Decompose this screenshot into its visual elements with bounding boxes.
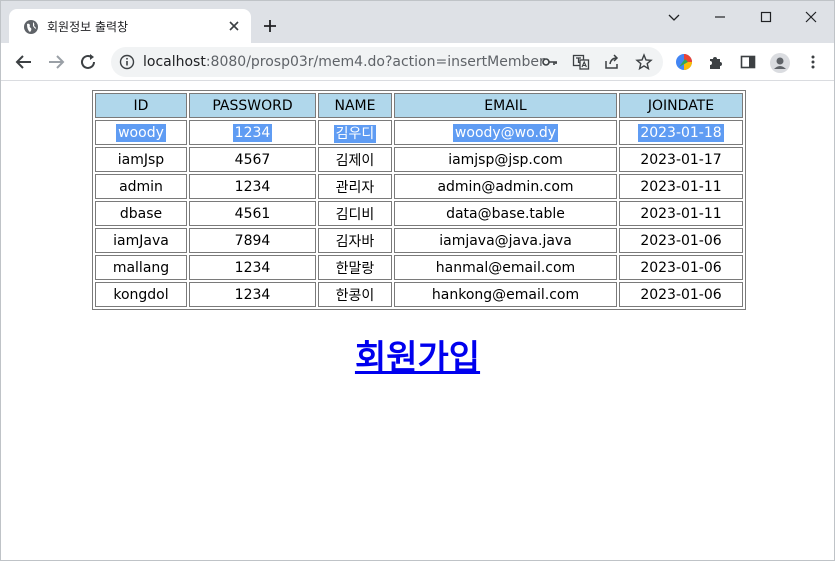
table-row: iamJsp 4567 김제이 iamjsp@jsp.com 2023-01-1…: [95, 147, 743, 172]
more-icon[interactable]: [804, 53, 822, 71]
cell-name: 김자바: [318, 228, 392, 253]
cell-name: 김우디: [318, 120, 392, 145]
cell-email: admin@admin.com: [394, 174, 617, 199]
cell-name: 한콩이: [318, 282, 392, 307]
tab-strip: 회원정보 출력창: [1, 1, 834, 43]
window-close-icon[interactable]: [796, 5, 826, 29]
page-content: ID PASSWORD NAME EMAIL JOINDATE woody 12…: [1, 82, 834, 560]
table-row: admin 1234 관리자 admin@admin.com 2023-01-1…: [95, 174, 743, 199]
header-joindate: JOINDATE: [619, 93, 743, 118]
cell-joindate: 2023-01-18: [619, 120, 743, 145]
browser-window: 회원정보 출력창 localhost:8080/prosp03r/mem4.do…: [0, 0, 835, 561]
info-icon[interactable]: [119, 54, 135, 70]
tab-title: 회원정보 출력창: [47, 20, 129, 34]
sidepanel-icon[interactable]: [739, 53, 757, 71]
cell-joindate: 2023-01-17: [619, 147, 743, 172]
table-row: dbase 4561 김디비 data@base.table 2023-01-1…: [95, 201, 743, 226]
cell-id: admin: [95, 174, 187, 199]
star-icon[interactable]: [635, 53, 653, 71]
forward-icon[interactable]: [44, 50, 68, 74]
cell-password: 1234: [189, 174, 316, 199]
url-host: localhost: [143, 54, 206, 70]
address-bar[interactable]: localhost:8080/prosp03r/mem4.do?action=i…: [111, 47, 663, 77]
selected-text: woody: [116, 123, 166, 142]
table-row: kongdol 1234 한콩이 hankong@email.com 2023-…: [95, 282, 743, 307]
globe-icon: [23, 19, 39, 35]
cell-password: 4567: [189, 147, 316, 172]
member-table: ID PASSWORD NAME EMAIL JOINDATE woody 12…: [92, 90, 746, 310]
translate-icon[interactable]: [572, 53, 590, 71]
selected-text: 2023-01-18: [638, 123, 724, 142]
cell-email: iamjava@java.java: [394, 228, 617, 253]
selected-text: woody@wo.dy: [452, 123, 559, 142]
cell-email: iamjsp@jsp.com: [394, 147, 617, 172]
cell-password: 1234: [189, 255, 316, 280]
header-password: PASSWORD: [189, 93, 316, 118]
header-id: ID: [95, 93, 187, 118]
cell-password: 1234: [189, 282, 316, 307]
extension-color-icon[interactable]: [675, 53, 693, 71]
header-name: NAME: [318, 93, 392, 118]
browser-tab[interactable]: 회원정보 출력창: [9, 9, 251, 43]
cell-email: data@base.table: [394, 201, 617, 226]
selected-text: 1234: [232, 123, 273, 142]
table-row: mallang 1234 한말랑 hanmal@email.com 2023-0…: [95, 255, 743, 280]
share-icon[interactable]: [603, 53, 621, 71]
cell-joindate: 2023-01-06: [619, 228, 743, 253]
minimize-window-icon[interactable]: [705, 5, 735, 29]
table-header-row: ID PASSWORD NAME EMAIL JOINDATE: [95, 93, 743, 118]
cell-id: mallang: [95, 255, 187, 280]
table-row: woody 1234 김우디 woody@wo.dy 2023-01-18: [95, 120, 743, 145]
cell-email: woody@wo.dy: [394, 120, 617, 145]
plus-icon[interactable]: [259, 15, 281, 37]
cell-name: 한말랑: [318, 255, 392, 280]
table-row: iamJava 7894 김자바 iamjava@java.java 2023-…: [95, 228, 743, 253]
key-icon[interactable]: [541, 53, 559, 71]
cell-email: hankong@email.com: [394, 282, 617, 307]
cell-id: kongdol: [95, 282, 187, 307]
reload-icon[interactable]: [76, 50, 100, 74]
cell-name: 김디비: [318, 201, 392, 226]
maximize-icon[interactable]: [751, 5, 781, 29]
cell-id: woody: [95, 120, 187, 145]
cell-password: 7894: [189, 228, 316, 253]
cell-name: 관리자: [318, 174, 392, 199]
url-text: localhost:8080/prosp03r/mem4.do?action=i…: [143, 54, 545, 70]
cell-password: 1234: [189, 120, 316, 145]
minimize-icon[interactable]: [659, 5, 689, 29]
signup-link[interactable]: 회원가입: [355, 338, 480, 378]
profile-icon[interactable]: [770, 53, 790, 73]
selected-text: 김우디: [333, 124, 377, 143]
url-path: :8080/prosp03r/mem4.do?action=insertMemb…: [205, 54, 545, 70]
cell-password: 4561: [189, 201, 316, 226]
header-email: EMAIL: [394, 93, 617, 118]
back-icon[interactable]: [12, 50, 36, 74]
cell-email: hanmal@email.com: [394, 255, 617, 280]
cell-id: iamJsp: [95, 147, 187, 172]
cell-joindate: 2023-01-06: [619, 255, 743, 280]
cell-joindate: 2023-01-11: [619, 201, 743, 226]
signup-link-wrapper: 회원가입: [1, 330, 834, 379]
cell-joindate: 2023-01-11: [619, 174, 743, 199]
cell-joindate: 2023-01-06: [619, 282, 743, 307]
browser-toolbar: localhost:8080/prosp03r/mem4.do?action=i…: [1, 43, 834, 81]
cell-id: dbase: [95, 201, 187, 226]
puzzle-icon[interactable]: [707, 53, 725, 71]
cell-name: 김제이: [318, 147, 392, 172]
close-icon[interactable]: [225, 17, 243, 35]
cell-id: iamJava: [95, 228, 187, 253]
